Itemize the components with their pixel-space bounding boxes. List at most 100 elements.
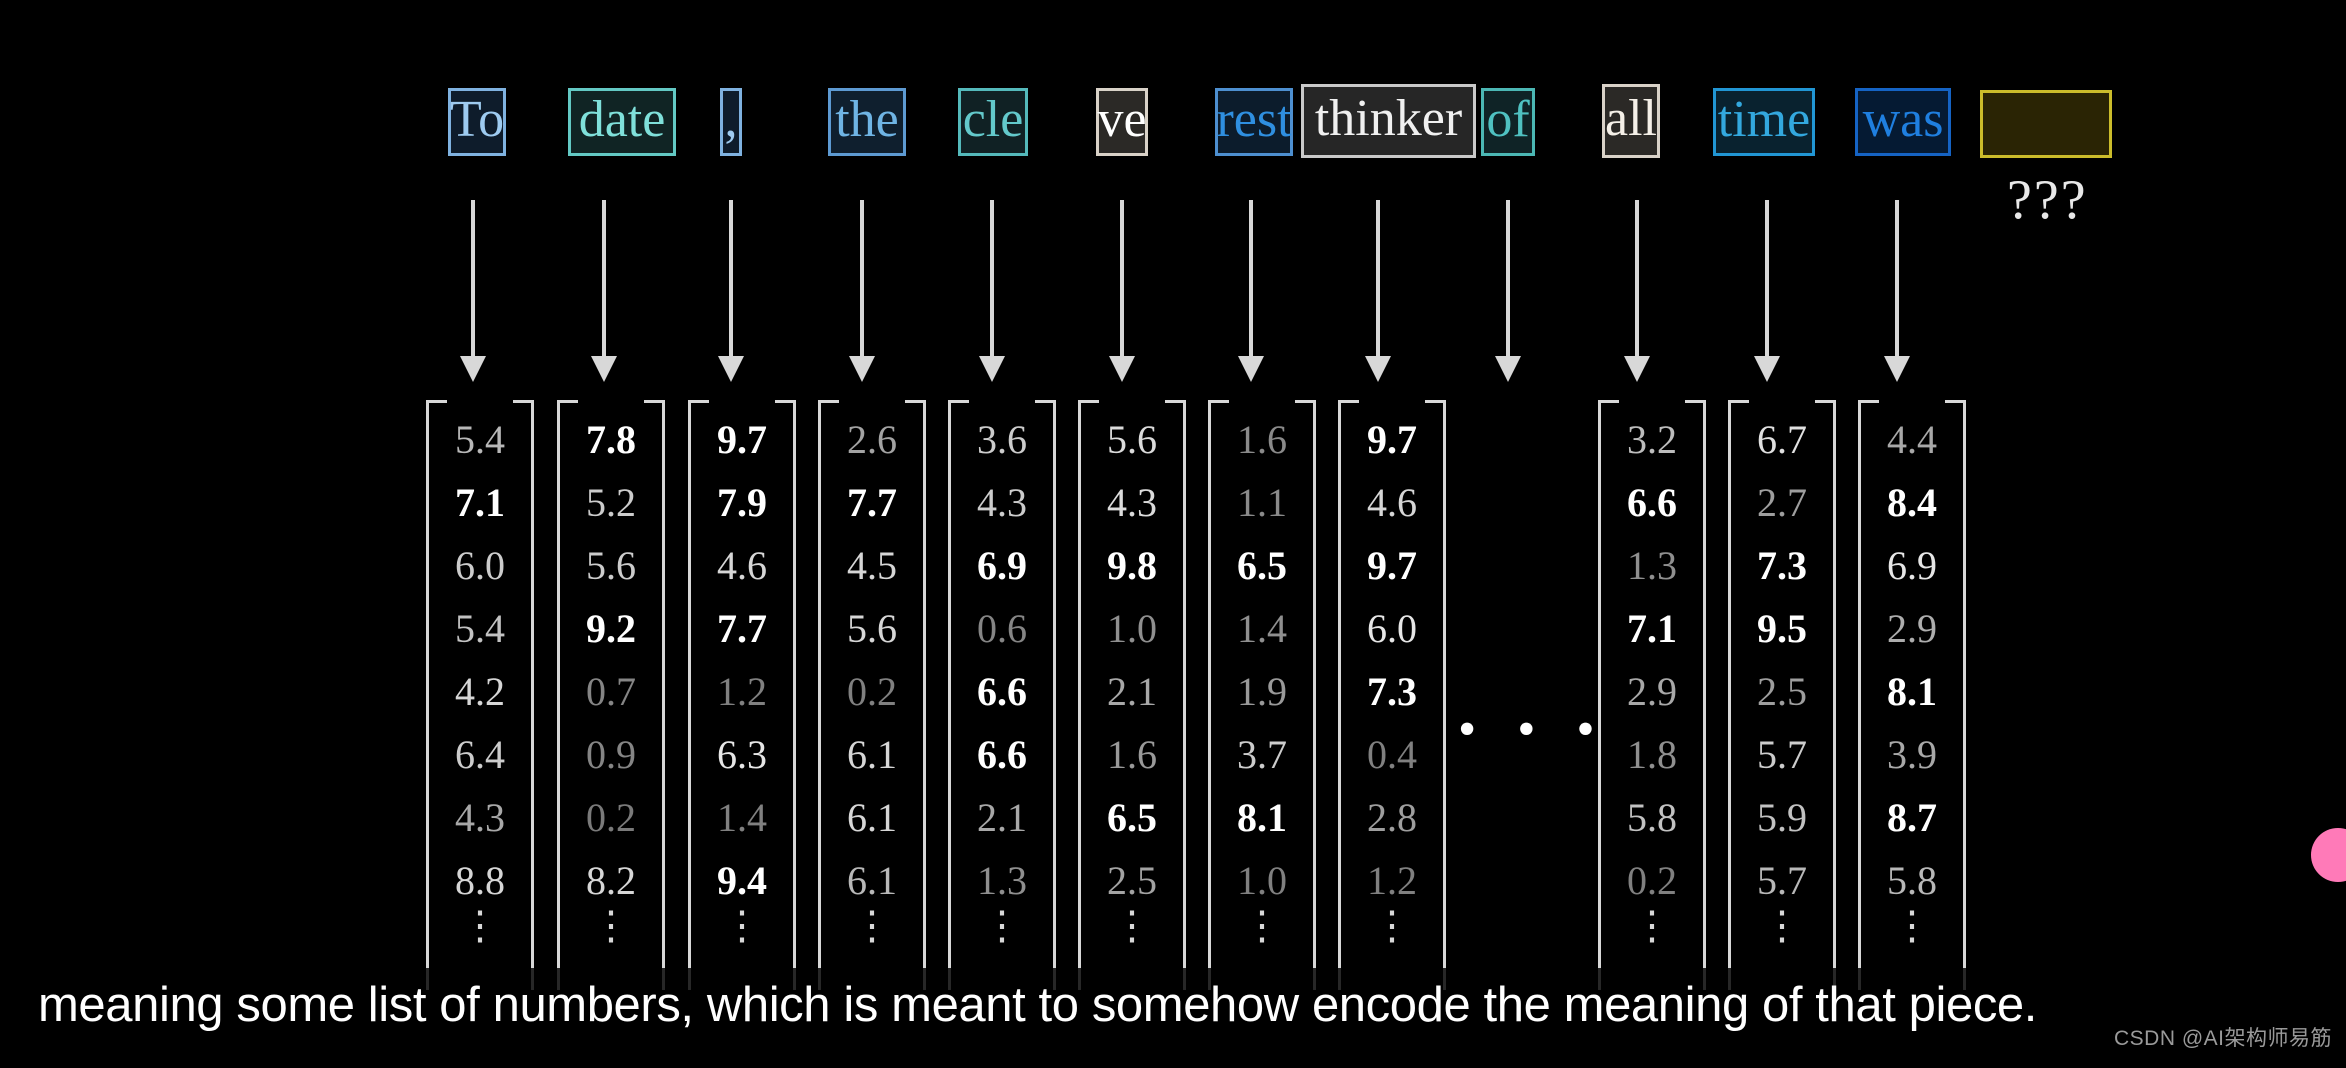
caption-text: meaning some list of numbers, which is m… xyxy=(38,978,2038,1032)
vector-value: 1.6 xyxy=(1237,417,1287,462)
vector-value: 6.6 xyxy=(1627,480,1677,525)
vector-value: 5.9 xyxy=(1757,795,1807,840)
arrow-head-11 xyxy=(1884,356,1910,382)
vector-value: 0.4 xyxy=(1367,732,1417,777)
vector-value: 4.3 xyxy=(455,795,505,840)
token-label: thinker xyxy=(1314,90,1463,147)
vector-value: 5.8 xyxy=(1627,795,1677,840)
vector-value-ellipsis: ⋮ xyxy=(1632,903,1672,948)
vector-value: 6.1 xyxy=(847,732,897,777)
embedding-vector-6: 1.6 1.1 6.5 1.4 1.9 3.7 8.1 1.0 ⋮ xyxy=(1208,400,1316,990)
vector-value: 8.1 xyxy=(1237,795,1287,840)
embedding-vector-row: 5.4 7.1 6.0 5.4 4.2 6.4 4.3 8.8 ⋮ 7.8 5.2 5.6 9.2 0.7… xyxy=(0,400,2346,1000)
vector-value: 7.1 xyxy=(1627,606,1677,651)
token-label: of xyxy=(1486,91,1530,148)
vector-value: 1.2 xyxy=(717,669,767,714)
embedding-vector-7: 9.7 4.6 9.7 6.0 7.3 0.4 2.8 1.2 ⋮ xyxy=(1338,400,1446,990)
vector-value: 6.0 xyxy=(455,543,505,588)
token-label: was xyxy=(1862,91,1944,148)
vector-value: 4.5 xyxy=(847,543,897,588)
vector-value: 1.6 xyxy=(1107,732,1157,777)
vector-value: 4.3 xyxy=(977,480,1027,525)
token-label: date xyxy=(578,91,666,148)
vector-value-ellipsis: ⋮ xyxy=(1892,903,1932,948)
vector-value: 5.7 xyxy=(1757,732,1807,777)
vector-value: 1.8 xyxy=(1627,732,1677,777)
arrow-head-4 xyxy=(979,356,1005,382)
vector-values: 7.8 5.2 5.6 9.2 0.7 0.9 0.2 8.2 ⋮ xyxy=(557,400,665,958)
unknown-token-marker: ??? xyxy=(2007,169,2088,231)
arrow-head-0 xyxy=(460,356,486,382)
vector-value: 9.7 xyxy=(717,417,767,462)
vector-value: 2.9 xyxy=(1887,606,1937,651)
token-row: To date, the cle ve rest thinker of all time was xyxy=(0,0,2346,160)
vector-values: 3.6 4.3 6.9 0.6 6.6 6.6 2.1 1.3 ⋮ xyxy=(948,400,1056,958)
token-label: cle xyxy=(962,91,1024,148)
vector-value: 6.3 xyxy=(717,732,767,777)
vector-value: 4.3 xyxy=(1107,480,1157,525)
vector-value: 2.1 xyxy=(977,795,1027,840)
token-box-: , xyxy=(720,88,742,156)
vector-value: 0.7 xyxy=(586,669,636,714)
vector-value: 7.7 xyxy=(717,606,767,651)
token-box-cle: cle xyxy=(958,88,1028,156)
vector-values: 6.7 2.7 7.3 9.5 2.5 5.7 5.9 5.7 ⋮ xyxy=(1728,400,1836,958)
vector-value-ellipsis: ⋮ xyxy=(1372,903,1412,948)
token-box-of: of xyxy=(1481,88,1535,156)
arrow-head-5 xyxy=(1109,356,1135,382)
vector-value: 4.2 xyxy=(455,669,505,714)
token-label: all xyxy=(1605,90,1657,147)
vector-value: 2.7 xyxy=(1757,480,1807,525)
vector-value: 0.2 xyxy=(586,795,636,840)
arrow-head-1 xyxy=(591,356,617,382)
vector-value: 5.6 xyxy=(586,543,636,588)
vector-value: 6.6 xyxy=(977,669,1027,714)
vector-value: 3.9 xyxy=(1887,732,1937,777)
vector-value: 5.6 xyxy=(847,606,897,651)
vector-value-ellipsis: ⋮ xyxy=(852,903,892,948)
embedding-vector-9: 6.7 2.7 7.3 9.5 2.5 5.7 5.9 5.7 ⋮ xyxy=(1728,400,1836,990)
vector-value: 1.1 xyxy=(1237,480,1287,525)
vector-value: 6.6 xyxy=(977,732,1027,777)
vector-value: 5.6 xyxy=(1107,417,1157,462)
vector-values: 1.6 1.1 6.5 1.4 1.9 3.7 8.1 1.0 ⋮ xyxy=(1208,400,1316,958)
token-box-To: To xyxy=(448,88,506,156)
vector-value: 1.9 xyxy=(1237,669,1287,714)
vector-value: 7.8 xyxy=(586,417,636,462)
vector-values: 2.6 7.7 4.5 5.6 0.2 6.1 6.1 6.1 ⋮ xyxy=(818,400,926,958)
watermark-text: CSDN @AI架构师易筋 xyxy=(2114,1027,2332,1050)
vector-value: 2.5 xyxy=(1757,669,1807,714)
vector-value: 8.7 xyxy=(1887,795,1937,840)
vector-value: 2.6 xyxy=(847,417,897,462)
vector-value: 0.6 xyxy=(977,606,1027,651)
vector-value: 6.0 xyxy=(1367,606,1417,651)
token-label: ve xyxy=(1097,91,1147,148)
arrow-head-2 xyxy=(718,356,744,382)
vector-value: 9.7 xyxy=(1367,417,1417,462)
vector-value: 5.2 xyxy=(586,480,636,525)
embedding-vector-1: 7.8 5.2 5.6 9.2 0.7 0.9 0.2 8.2 ⋮ xyxy=(557,400,665,990)
token-label: the xyxy=(835,91,899,148)
token-box-all: all xyxy=(1602,84,1660,158)
arrow-head-3 xyxy=(849,356,875,382)
token-label: rest xyxy=(1216,91,1292,148)
vector-value-ellipsis: ⋮ xyxy=(1762,903,1802,948)
vector-value: 6.7 xyxy=(1757,417,1807,462)
vector-values: 9.7 7.9 4.6 7.7 1.2 6.3 1.4 9.4 ⋮ xyxy=(688,400,796,958)
vector-value: 1.4 xyxy=(717,795,767,840)
vector-values: 5.6 4.3 9.8 1.0 2.1 1.6 6.5 2.5 ⋮ xyxy=(1078,400,1186,958)
vector-value: 0.2 xyxy=(847,669,897,714)
embedding-vector-4: 3.6 4.3 6.9 0.6 6.6 6.6 2.1 1.3 ⋮ xyxy=(948,400,1056,990)
vector-value: 9.8 xyxy=(1107,543,1157,588)
embedding-vector-0: 5.4 7.1 6.0 5.4 4.2 6.4 4.3 8.8 ⋮ xyxy=(426,400,534,990)
vector-value: 9.5 xyxy=(1757,606,1807,651)
token-box-empty xyxy=(1980,90,2112,158)
vector-value: 6.9 xyxy=(977,543,1027,588)
arrow-head-6 xyxy=(1238,356,1264,382)
embedding-vector-3: 2.6 7.7 4.5 5.6 0.2 6.1 6.1 6.1 ⋮ xyxy=(818,400,926,990)
vector-value-ellipsis: ⋮ xyxy=(722,903,762,948)
vector-value: 5.4 xyxy=(455,417,505,462)
vector-values: 5.4 7.1 6.0 5.4 4.2 6.4 4.3 8.8 ⋮ xyxy=(426,400,534,958)
vector-value: 4.6 xyxy=(1367,480,1417,525)
vector-value: 5.4 xyxy=(455,606,505,651)
